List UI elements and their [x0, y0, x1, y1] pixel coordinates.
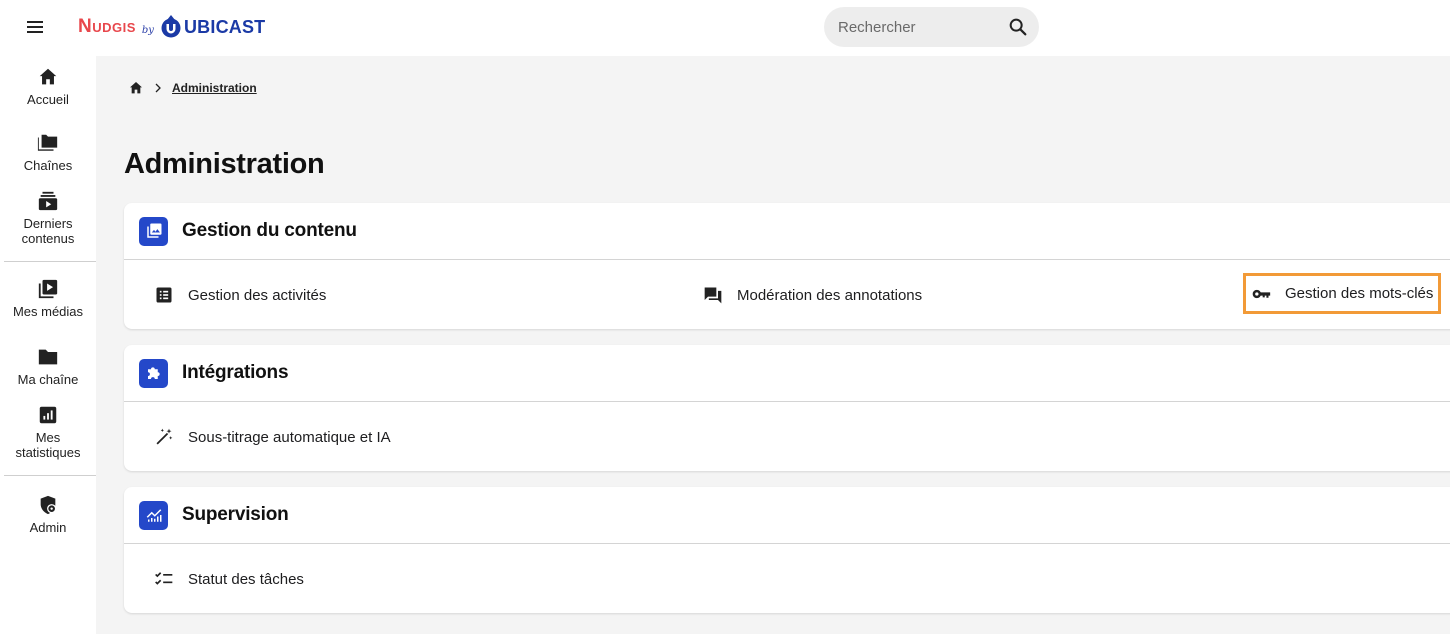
link-gestion-des-activites[interactable]: Gestion des activités — [148, 278, 332, 312]
menu-icon[interactable] — [24, 16, 46, 38]
logo[interactable]: Nudgis by UBICAST — [78, 12, 265, 42]
sidebar-item-label: Derniers contenus — [21, 216, 75, 246]
extension-icon — [139, 358, 168, 388]
section-header: Intégrations — [124, 345, 1450, 402]
shield-gear-icon — [40, 495, 57, 515]
search-icon[interactable] — [1007, 16, 1029, 38]
chevron-right-icon — [155, 83, 161, 93]
section-body: Gestion des activités Modération des ann… — [124, 260, 1450, 329]
checklist-icon — [155, 572, 173, 585]
sidebar-item-label: Accueil — [27, 92, 69, 107]
link-label: Gestion des activités — [188, 286, 327, 304]
sidebar-item-chaines[interactable]: Chaînes — [4, 132, 92, 173]
link-label: Statut des tâches — [188, 570, 304, 588]
sidebar-item-label: Admin — [29, 520, 67, 535]
breadcrumb: Administration — [128, 80, 257, 96]
section-title: Gestion du contenu — [182, 220, 357, 241]
section-gestion-du-contenu: Gestion du contenu Gestion des activités… — [124, 203, 1450, 329]
sidebar-item-label: Ma chaîne — [17, 372, 79, 387]
search-input[interactable] — [838, 18, 998, 36]
section-title: Supervision — [182, 504, 289, 525]
sidebar-item-derniers-contenus[interactable]: Derniers contenus — [4, 190, 92, 246]
sidebar-item-accueil[interactable]: Accueil — [4, 66, 92, 107]
logo-nudgis-text: Nudgis — [78, 16, 136, 37]
link-label: Sous-titrage automatique et IA — [188, 428, 391, 446]
sidebar-item-admin[interactable]: Admin — [4, 494, 92, 535]
sidebar-item-ma-chaine[interactable]: Ma chaîne — [4, 346, 92, 387]
latest-media-icon — [38, 191, 58, 211]
logo-ubicast: UBICAST — [160, 15, 265, 39]
breadcrumb-administration-link[interactable]: Administration — [172, 81, 257, 95]
sidebar: Accueil Chaînes Derniers contenus Mes mé… — [0, 56, 96, 634]
section-header: Gestion du contenu — [124, 203, 1450, 260]
sidebar-item-label: Mes médias — [12, 304, 84, 319]
home-icon[interactable] — [128, 80, 144, 96]
main-content: Administration Administration Gestion du… — [96, 56, 1450, 634]
monitoring-icon — [139, 500, 168, 530]
section-header: Supervision — [124, 487, 1450, 544]
forum-icon — [704, 287, 722, 304]
folder-icon — [38, 349, 58, 365]
section-integrations: Intégrations Sous-titrage automatique et… — [124, 345, 1450, 471]
sidebar-divider — [4, 261, 96, 262]
top-bar: Nudgis by UBICAST — [0, 0, 1450, 56]
stats-icon — [39, 406, 57, 424]
link-moderation-des-annotations[interactable]: Modération des annotations — [697, 278, 928, 312]
photo-library-icon — [139, 216, 168, 246]
section-supervision: Supervision Statut des tâches — [124, 487, 1450, 613]
logo-by-text: by — [141, 24, 154, 36]
list-alt-icon — [156, 287, 172, 303]
key-icon — [1252, 289, 1271, 298]
logo-ubicast-text: UBICAST — [183, 16, 266, 37]
folders-icon — [37, 134, 58, 151]
sidebar-divider — [4, 475, 96, 476]
link-statut-des-taches[interactable]: Statut des tâches — [148, 562, 310, 596]
link-gestion-des-mots-cles[interactable]: Gestion des mots-clés — [1243, 273, 1442, 314]
section-body: Sous-titrage automatique et IA — [124, 402, 1450, 471]
sidebar-item-label: Chaînes — [23, 158, 73, 173]
page-title: Administration — [124, 148, 325, 180]
magic-wand-icon — [156, 428, 173, 445]
home-icon — [39, 68, 57, 85]
link-label: Gestion des mots-clés — [1285, 285, 1434, 302]
play-library-icon — [38, 279, 58, 299]
section-body: Statut des tâches — [124, 544, 1450, 613]
link-label: Modération des annotations — [737, 286, 923, 304]
link-sous-titrage-automatique-et-ia[interactable]: Sous-titrage automatique et IA — [148, 420, 397, 454]
sidebar-item-mes-statistiques[interactable]: Mes statistiques — [4, 404, 92, 460]
section-title: Intégrations — [182, 362, 289, 383]
sidebar-item-label: Mes statistiques — [15, 430, 81, 460]
ubicast-logo-icon — [161, 15, 181, 38]
search-bar — [824, 7, 1039, 47]
sidebar-item-mes-medias[interactable]: Mes médias — [4, 278, 92, 319]
